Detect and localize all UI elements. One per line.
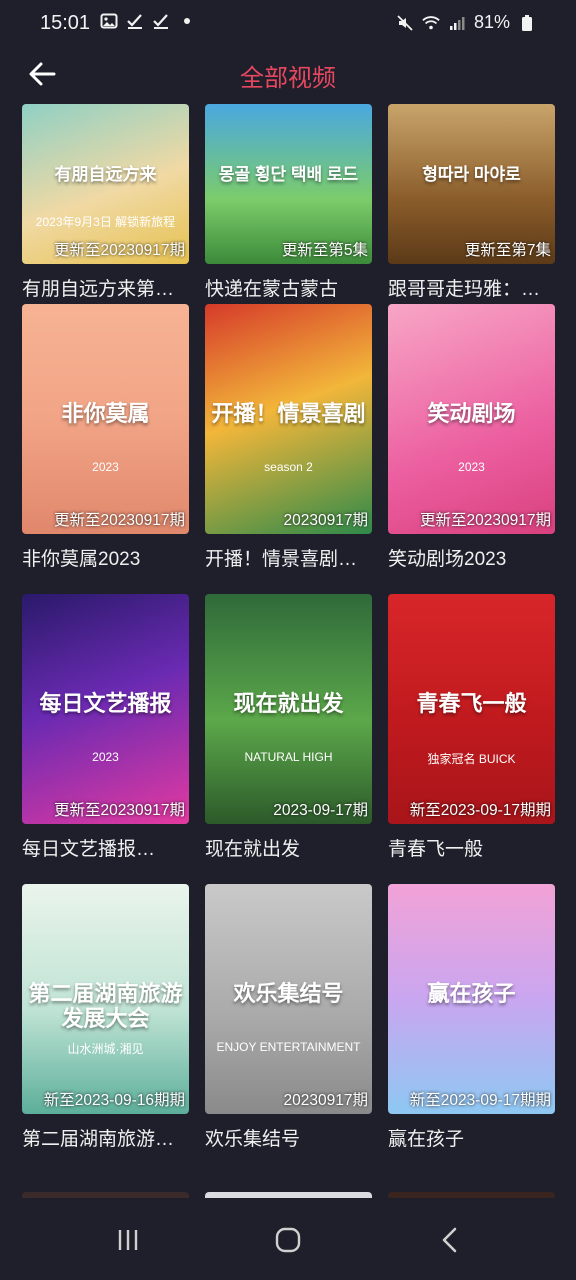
episode-badge: 新至2023-09-16期期 (43, 1092, 185, 1109)
video-card[interactable]: 몽골 횡단 택배 로드 更新至第5集快递在蒙古蒙古 (205, 104, 372, 304)
video-title: 开播！情景喜剧… (205, 549, 358, 570)
thumbnail-title-art: 开播！情景喜剧 (211, 400, 366, 426)
video-thumbnail: 现在就出发 NATURAL HIGH 2023-09-17期 (205, 594, 372, 824)
episode-badge: 更新至20230917期 (54, 512, 185, 529)
video-card[interactable]: 笑动剧场 2023 更新至20230917期 笑动剧场2023 (388, 304, 555, 594)
video-title: 每日文艺播报… (22, 839, 156, 860)
thumbnail-subtitle-art: 2023年9月3日 解锁新旅程 (35, 214, 176, 229)
page-title: 全部视频 (240, 65, 336, 92)
signal-icon (448, 14, 466, 32)
status-bar: 15:01 81% (0, 0, 576, 46)
episode-badge: 20230917期 (283, 512, 368, 529)
video-grid: 有朋自远方来 2023年9月3日 解锁新旅程 更新至20230917期 有朋自远方来第… (22, 104, 555, 1174)
home-button[interactable] (258, 1218, 318, 1262)
video-thumbnail: 第二届湖南旅游发展大会山水洲城·湘见新至2023-09-16期期 (22, 884, 189, 1114)
video-grid-scroll[interactable]: 有朋自远方来 2023年9月3日 解锁新旅程 更新至20230917期 有朋自远方来第… (0, 102, 576, 1198)
video-title: 第二届湖南旅游… (22, 1129, 175, 1150)
thumbnail-subtitle-art: 独家冠名 BUICK (427, 752, 516, 767)
thumbnail-subtitle-art: 山水洲城·湘见 (67, 1042, 144, 1057)
video-card[interactable]: 第二届湖南旅游发展大会山水洲城·湘见新至2023-09-16期期第二届湖南旅游… (22, 884, 189, 1174)
home-icon (275, 1227, 301, 1253)
video-card[interactable]: 每日文艺播报 2023 更新至20230917期每日文艺播报… (22, 594, 189, 884)
image-icon (100, 12, 118, 30)
check-icon (152, 12, 170, 30)
video-title: 跟哥哥走玛雅：… (388, 279, 541, 300)
episode-badge: 新至2023-09-17期期 (409, 802, 551, 819)
thumbnail-title-art: 非你莫属 (61, 400, 150, 426)
video-thumbnail: 몽골 횡단 택배 로드 更新至第5集 (205, 104, 372, 264)
thumbnail-title-art: 每日文艺播报 (39, 690, 172, 716)
recent-apps-button[interactable] (98, 1218, 158, 1262)
thumbnail-title-art: 青春飞一般 (416, 690, 527, 716)
video-card[interactable]: 有朋自远方来 2023年9月3日 解锁新旅程更新至20230917期有朋自远方来第… (22, 104, 189, 304)
notification-icons (100, 12, 196, 30)
thumbnail-title-art: 형따라 마야로 (422, 164, 521, 184)
video-thumbnail: 欢乐集结号 ENJOY ENTERTAINMENT 20230917期 (205, 884, 372, 1114)
battery-percent: 81% (473, 12, 510, 32)
video-card[interactable]: 赢在孩子 新至2023-09-17期期 赢在孩子 (388, 884, 555, 1174)
top-bar: 全部视频 (0, 46, 576, 102)
video-card[interactable]: 非你莫属 2023 更新至20230917期 非你莫属2023 (22, 304, 189, 594)
thumbnail-subtitle-art: 2023 (458, 460, 485, 475)
video-title: 赢在孩子 (388, 1129, 465, 1150)
video-card[interactable]: 형따라 마야로 更新至第7集跟哥哥走玛雅：… (388, 104, 555, 304)
thumbnail-title-art: 笑动剧场 (427, 400, 516, 426)
video-card[interactable]: 开播！情景喜剧 season 2 20230917期开播！情景喜剧… (205, 304, 372, 594)
thumbnail-title-art: 第二届湖南旅游发展大会 (28, 980, 183, 1031)
check-icon (126, 12, 144, 30)
thumbnail-title-art: 有朋自远方来 (54, 164, 157, 184)
video-thumbnail: 青春飞一般独家冠名 BUICK 新至2023-09-17期期 (388, 594, 555, 824)
thumbnail-title-art: 赢在孩子 (427, 980, 516, 1006)
thumbnail-subtitle-art: season 2 (264, 460, 313, 475)
episode-badge: 新至2023-09-17期期 (409, 1092, 551, 1109)
episode-badge: 更新至第5集 (281, 242, 368, 259)
episode-badge: 2023-09-17期 (273, 802, 368, 819)
video-thumbnail: 형따라 마야로 更新至第7集 (388, 104, 555, 264)
mute-icon (396, 14, 414, 32)
video-title: 非你莫属2023 (22, 549, 141, 570)
video-thumbnail: 每日文艺播报 2023 更新至20230917期 (22, 594, 189, 824)
status-time: 15:01 (40, 12, 91, 34)
episode-badge: 更新至20230917期 (420, 512, 551, 529)
video-title: 欢乐集结号 (205, 1129, 301, 1150)
thumbnail-title-art: 欢乐集结号 (233, 980, 344, 1006)
thumbnail-title-art: 몽골 횡단 택배 로드 (218, 164, 359, 184)
wifi-icon (422, 14, 440, 32)
video-title: 青春飞一般 (388, 839, 484, 860)
video-card[interactable]: 现在就出发 NATURAL HIGH 2023-09-17期 现在就出发 (205, 594, 372, 884)
video-title: 快递在蒙古蒙古 (205, 279, 339, 300)
video-title: 笑动剧场2023 (388, 549, 507, 570)
thumbnail-subtitle-art: NATURAL HIGH (244, 750, 333, 765)
system-nav-bar (0, 1198, 576, 1280)
video-thumbnail: 赢在孩子新至2023-09-17期期 (388, 884, 555, 1114)
back-nav-button[interactable] (420, 1218, 480, 1262)
episode-badge: 更新至20230917期 (54, 802, 185, 819)
system-status: 81% (396, 12, 536, 33)
thumbnail-subtitle-art: 2023 (92, 750, 119, 765)
thumbnail-title-art: 现在就出发 (233, 690, 344, 716)
thumbnail-subtitle-art: 2023 (92, 460, 119, 475)
back-nav-icon (442, 1227, 457, 1253)
video-thumbnail: 开播！情景喜剧 season 2 20230917期 (205, 304, 372, 534)
recent-apps-icon (118, 1230, 138, 1250)
video-thumbnail: 笑动剧场 2023 更新至20230917期 (388, 304, 555, 534)
episode-badge: 20230917期 (283, 1092, 368, 1109)
episode-badge: 更新至20230917期 (54, 242, 185, 259)
thumbnail-subtitle-art: ENJOY ENTERTAINMENT (216, 1040, 361, 1055)
video-thumbnail: 有朋自远方来 2023年9月3日 解锁新旅程更新至20230917期 (22, 104, 189, 264)
video-card[interactable]: 欢乐集结号 ENJOY ENTERTAINMENT 20230917期 欢乐集结号 (205, 884, 372, 1174)
episode-badge: 更新至第7集 (464, 242, 551, 259)
video-title: 现在就出发 (205, 839, 301, 860)
battery-icon (518, 14, 536, 32)
video-thumbnail: 非你莫属 2023 更新至20230917期 (22, 304, 189, 534)
video-title: 有朋自远方来第… (22, 279, 175, 300)
dot-icon (178, 12, 196, 30)
video-card[interactable]: 青春飞一般 独家冠名 BUICK 新至2023-09-17期期 青春飞一般 (388, 594, 555, 884)
